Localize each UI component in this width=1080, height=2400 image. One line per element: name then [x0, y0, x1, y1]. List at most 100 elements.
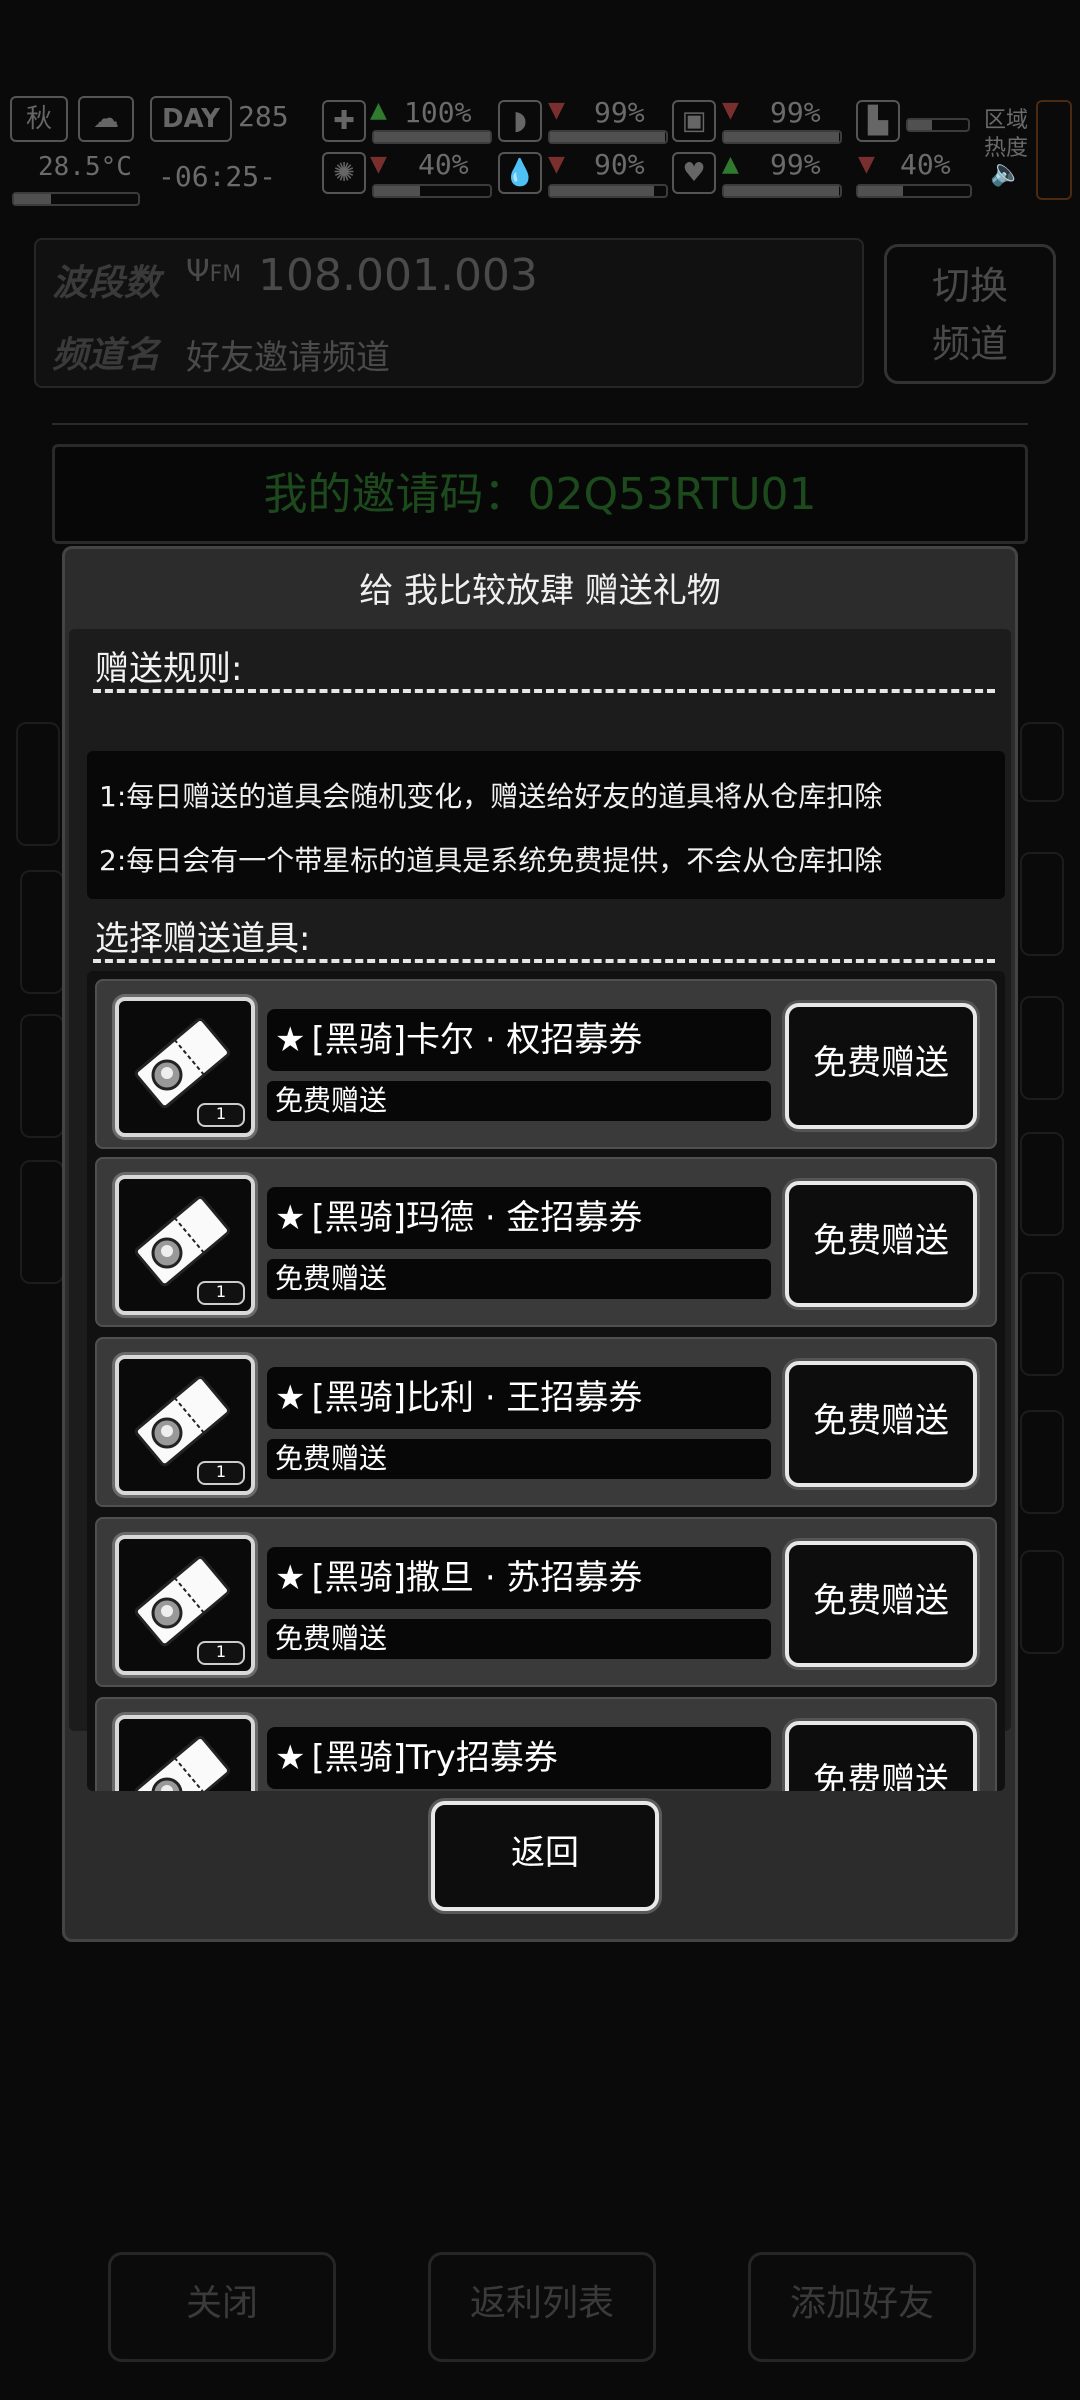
recruit-ticket-icon: 1: [115, 1715, 255, 1791]
ghost-panel: [1020, 1132, 1064, 1236]
stat-value: 99%: [770, 148, 821, 181]
free-gift-button[interactable]: 免费赠送: [785, 1181, 977, 1307]
temperature-bar: [12, 192, 140, 206]
recruit-ticket-icon: 1: [115, 1175, 255, 1315]
add-friend-button[interactable]: 添加好友: [748, 2252, 976, 2362]
item-subtitle: 免费赠送: [267, 1259, 771, 1299]
free-gift-button[interactable]: 免费赠送: [785, 1541, 977, 1667]
recruit-ticket-icon: 1: [115, 1535, 255, 1675]
stat-value: 40%: [418, 148, 469, 181]
zone-heat-meter: [1036, 100, 1072, 200]
trend-down-icon: ▼: [858, 152, 875, 177]
trend-down-icon: ▼: [370, 152, 387, 177]
speaker-icon[interactable]: 🔈: [990, 158, 1022, 188]
stat-bar: [722, 130, 842, 144]
list-item: 1 ★[黑骑]Try招募券 免费赠送: [95, 1697, 997, 1791]
frequency-value: 108.001.003: [258, 250, 538, 301]
star-icon: ★: [275, 1558, 306, 1598]
stat-bar: [548, 184, 668, 198]
item-name: [黑骑]Try招募券: [311, 1738, 558, 1778]
antenna-icon: ΨFM: [186, 254, 242, 289]
star-icon: ★: [275, 1198, 306, 1238]
rule-line-1: 1:每日赠送的道具会随机变化，赠送给好友的道具将从仓库扣除: [99, 780, 883, 813]
stat-bar: [372, 130, 492, 144]
invite-code-box: 我的邀请码：02Q53RTU01: [52, 444, 1028, 544]
stat-bar: [906, 118, 970, 132]
dashed-divider: [93, 689, 995, 693]
rules-heading: 赠送规则:: [95, 649, 243, 689]
ghost-panel: [20, 1014, 64, 1138]
stat-value: 99%: [594, 96, 645, 129]
water-drop-icon: 💧: [498, 152, 542, 194]
recruit-ticket-icon: 1: [115, 997, 255, 1137]
stat-value: 90%: [594, 148, 645, 181]
status-bar: 秋 ☁ DAY 285 28.5°C -06:25- ✚ ▲ 100% ◗ ▼ …: [0, 88, 1080, 208]
item-name-bar: ★ [黑骑]比利 · 王招募券: [267, 1367, 771, 1429]
item-quantity: 1: [197, 1103, 245, 1127]
switch-label-2: 频道: [931, 322, 1008, 366]
day-label: DAY: [150, 96, 232, 142]
item-name-bar: ★ [黑骑]卡尔 · 权招募券: [267, 1009, 771, 1071]
back-button[interactable]: 返回: [431, 1801, 659, 1911]
free-gift-button[interactable]: 免费赠送: [785, 1361, 977, 1487]
ghost-panel: [1020, 1272, 1064, 1376]
select-heading: 选择赠送道具:: [95, 919, 311, 959]
list-item: 1 ★ [黑骑]比利 · 王招募券 免费赠送 免费赠送: [95, 1337, 997, 1507]
radio-panel: 波段数 ΨFM 108.001.003 频道名 好友邀请频道: [34, 238, 864, 388]
stat-bar: [856, 184, 972, 198]
ghost-panel: [16, 722, 60, 846]
gift-dialog: 给 我比较放肆 赠送礼物 赠送规则: 1:每日赠送的道具会随机变化，赠送给好友的…: [62, 546, 1018, 1942]
item-subtitle: 免费赠送: [267, 1081, 771, 1121]
item-name-bar: ★ [黑骑]Try招募券: [267, 1727, 771, 1789]
season-text: 秋: [25, 104, 52, 134]
close-button[interactable]: 关闭: [108, 2252, 336, 2362]
mask-icon: ▣: [672, 100, 716, 142]
ghost-panel: [20, 870, 64, 994]
star-icon: ★: [275, 1738, 306, 1778]
stat-bar: [372, 184, 492, 198]
stat-value: 99%: [770, 96, 821, 129]
ghost-panel: [1020, 852, 1064, 956]
channel-name: 好友邀请频道: [186, 338, 390, 378]
free-gift-button[interactable]: 免费赠送: [785, 1003, 977, 1129]
channel-label: 频道名: [52, 335, 161, 376]
stat-bar: [548, 130, 668, 144]
invite-code: 我的邀请码：02Q53RTU01: [263, 469, 817, 520]
stat-value: 40%: [900, 148, 951, 181]
rules-box: 1:每日赠送的道具会随机变化，赠送给好友的道具将从仓库扣除 2:每日会有一个带星…: [87, 751, 1005, 899]
switch-label: 切换: [931, 264, 1008, 308]
item-quantity: 1: [197, 1461, 245, 1485]
free-gift-button[interactable]: 免费赠送: [785, 1721, 977, 1791]
ghost-panel: [1020, 722, 1064, 802]
ghost-panel: [20, 1160, 64, 1284]
ghost-panel: [1020, 996, 1064, 1100]
recruit-ticket-icon: 1: [115, 1355, 255, 1495]
item-quantity: 1: [197, 1641, 245, 1665]
list-item: 1 ★ [黑骑]卡尔 · 权招募券 免费赠送 免费赠送: [95, 979, 997, 1149]
stomach-icon: ◗: [498, 100, 542, 142]
ghost-panel: [1020, 1410, 1064, 1514]
item-quantity: 1: [197, 1281, 245, 1305]
temperature: 28.5°C: [38, 152, 132, 182]
weather-icon: ☁: [78, 96, 134, 142]
dialog-title: 给 我比较放肆 赠送礼物: [359, 571, 721, 611]
item-name: [黑骑]玛德 · 金招募券: [311, 1198, 643, 1238]
stat-value: 100%: [404, 96, 472, 129]
switch-channel-button[interactable]: 切换 频道: [884, 244, 1056, 384]
brain-icon: ✺: [322, 152, 366, 194]
star-icon: ★: [275, 1378, 306, 1418]
item-name: [黑骑]撒旦 · 苏招募券: [311, 1558, 643, 1598]
divider: [52, 423, 1028, 425]
stat-bar: [722, 184, 842, 198]
list-item: 1 ★ [黑骑]撒旦 · 苏招募券 免费赠送 免费赠送: [95, 1517, 997, 1687]
ghost-panel: [1020, 1550, 1064, 1654]
rebate-list-button[interactable]: 返利列表: [428, 2252, 656, 2362]
rule-line-2: 2:每日会有一个带星标的道具是系统免费提供，不会从仓库扣除: [99, 844, 883, 877]
star-icon: ★: [275, 1020, 306, 1060]
item-name-bar: ★ [黑骑]玛德 · 金招募券: [267, 1187, 771, 1249]
band-label: 波段数: [52, 263, 161, 304]
gift-item-list[interactable]: 1 ★ [黑骑]卡尔 · 权招募券 免费赠送 免费赠送 1 ★ [黑骑]玛德 ·…: [87, 971, 1005, 1791]
day-count: 285: [238, 100, 289, 133]
dialog-body: 赠送规则: 1:每日赠送的道具会随机变化，赠送给好友的道具将从仓库扣除 2:每日…: [69, 629, 1011, 1791]
item-name-bar: ★ [黑骑]撒旦 · 苏招募券: [267, 1547, 771, 1609]
